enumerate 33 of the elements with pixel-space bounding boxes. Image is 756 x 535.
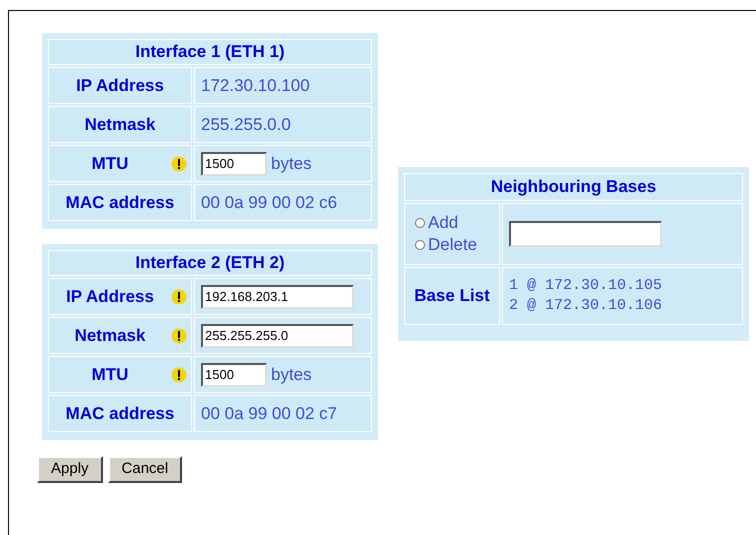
base-list-entry: 2 @ 172.30.10.106: [509, 296, 664, 316]
field-label: Netmask: [84, 114, 156, 136]
form-button[interactable]: Cancel: [108, 456, 182, 483]
input-field[interactable]: 1500: [201, 152, 267, 176]
field-label: MTU: [90, 364, 130, 386]
input-field[interactable]: [509, 221, 662, 247]
field-value: 172.30.10.100: [201, 74, 310, 97]
field-label: MTU: [90, 152, 130, 175]
radio-option[interactable]: Delete: [415, 234, 499, 256]
field-label: IP Address: [75, 74, 165, 97]
field-label: IP Address: [65, 286, 155, 308]
unit-label: bytes: [271, 152, 312, 175]
input-field[interactable]: 255.255.255.0: [201, 324, 354, 348]
radio-option[interactable]: Add: [415, 212, 499, 234]
input-field[interactable]: 1500: [201, 362, 267, 386]
panel-title: Interface 1 (ETH 1): [48, 39, 372, 65]
warning-icon: [171, 328, 187, 344]
field-value: 00 0a 99 00 02 c7: [201, 402, 338, 425]
field-value: 00 0a 99 00 02 c6: [201, 192, 338, 214]
warning-icon: [171, 366, 187, 382]
field-label: MAC address: [64, 192, 176, 214]
field-label: Base List: [414, 285, 490, 308]
panel-title: Interface 2 (ETH 2): [48, 250, 372, 276]
field-label: Netmask: [74, 324, 146, 347]
field-value: 255.255.0.0: [201, 114, 291, 136]
panel-title: Neighbouring Bases: [404, 173, 743, 201]
unit-label: bytes: [271, 364, 312, 386]
form-button[interactable]: Apply: [37, 456, 103, 483]
warning-icon: [171, 156, 187, 172]
field-label: MAC address: [64, 402, 176, 425]
input-field[interactable]: 192.168.203.1: [201, 284, 354, 308]
warning-icon: [171, 288, 187, 304]
base-list-entry: 1 @ 172.30.10.105: [509, 276, 664, 296]
